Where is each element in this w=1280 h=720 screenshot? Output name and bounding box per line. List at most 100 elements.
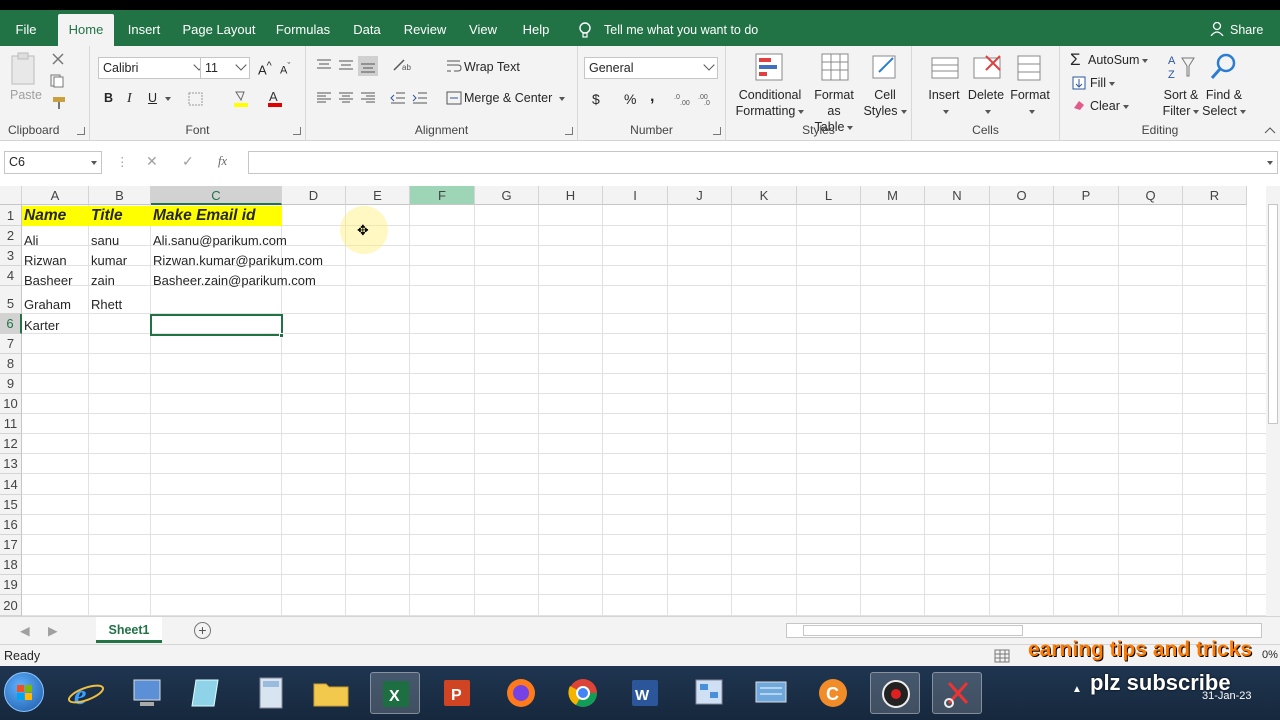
row-header-19[interactable]: 19 [0, 575, 22, 595]
tab-formulas[interactable]: Formulas [272, 10, 334, 46]
fill-color-icon[interactable] [232, 88, 250, 108]
cancel-icon[interactable]: ✕ [146, 153, 158, 170]
copy-icon[interactable] [50, 74, 72, 88]
active-cell-C6[interactable] [150, 314, 283, 336]
row-header-17[interactable]: 17 [0, 535, 22, 555]
conditional-formatting-button[interactable]: Conditional Formatting [734, 87, 806, 119]
h-scroll-thumb[interactable] [803, 625, 1023, 636]
tab-data[interactable]: Data [348, 10, 386, 46]
italic-button[interactable]: I [127, 91, 132, 107]
enter-icon[interactable]: ✓ [182, 153, 194, 170]
alignment-launcher-icon[interactable] [565, 127, 573, 135]
column-header-J[interactable]: J [668, 186, 732, 205]
fill-handle[interactable] [279, 333, 284, 338]
clear-button[interactable]: Clear [1090, 99, 1129, 113]
taskbar-word[interactable]: W [620, 672, 670, 714]
row-header-14[interactable]: 14 [0, 474, 22, 495]
decrease-indent-icon[interactable] [390, 91, 406, 105]
chevron-down-icon[interactable] [165, 97, 171, 101]
format-painter-icon[interactable] [50, 96, 68, 110]
row-header-18[interactable]: 18 [0, 555, 22, 575]
cell-A1[interactable]: Name [22, 206, 66, 226]
shrink-font-icon[interactable]: Aˇ [280, 61, 290, 77]
prev-sheet-icon[interactable]: ◀ [20, 623, 30, 638]
taskbar-camtasia[interactable]: C [808, 672, 858, 714]
row-header-11[interactable]: 11 [0, 414, 22, 434]
row-header-15[interactable]: 15 [0, 495, 22, 515]
column-header-F[interactable]: F [410, 186, 475, 205]
select-all-corner[interactable] [0, 186, 22, 205]
column-header-P[interactable]: P [1054, 186, 1119, 205]
tab-view[interactable]: View [464, 10, 502, 46]
taskbar-control-panel[interactable] [684, 672, 734, 714]
column-header-R[interactable]: R [1183, 186, 1247, 205]
cell-C1[interactable]: Make Email id [151, 206, 256, 226]
cell-A2[interactable]: Ali [22, 231, 38, 251]
cell-A4[interactable]: Basheer [22, 271, 72, 291]
taskbar-snipping[interactable] [932, 672, 982, 714]
row-header-6[interactable]: 6 [0, 314, 22, 334]
grow-font-icon[interactable]: A^ [258, 60, 272, 77]
worksheet-grid[interactable]: ABCDEFGHIJKLMNOPQR 1 2 3 4 5 6 7 8 9 10 11 12 13 14 15… [0, 186, 1266, 616]
column-header-G[interactable]: G [475, 186, 539, 205]
chevron-down-icon[interactable] [559, 97, 565, 101]
row-header-12[interactable]: 12 [0, 434, 22, 454]
row-header-4[interactable]: 4 [0, 266, 22, 286]
fill-down-icon[interactable] [1072, 76, 1086, 90]
cell-styles-icon[interactable] [871, 52, 901, 82]
row-header-13[interactable]: 13 [0, 454, 22, 474]
taskbar-recorder[interactable] [870, 672, 920, 714]
find-select-icon[interactable] [1208, 52, 1238, 82]
row-header-5[interactable]: 5 [0, 286, 22, 314]
column-header-I[interactable]: I [603, 186, 668, 205]
align-center-icon[interactable] [338, 92, 354, 104]
taskbar-explorer[interactable] [306, 672, 356, 714]
increase-decimal-icon[interactable]: .0.00 [674, 91, 694, 105]
taskbar-app[interactable] [182, 672, 232, 714]
normal-view-icon[interactable] [994, 649, 1010, 663]
row-header-10[interactable]: 10 [0, 394, 22, 414]
align-bottom-icon[interactable] [358, 56, 378, 76]
sort-filter-icon[interactable]: AZ [1166, 52, 1196, 82]
tray-arrow-icon[interactable]: ▲ [1072, 684, 1082, 695]
align-top-icon[interactable] [316, 58, 332, 72]
scroll-thumb[interactable] [1268, 204, 1278, 424]
tab-review[interactable]: Review [400, 10, 450, 46]
cell-C2[interactable]: Ali.sanu@parikum.com [151, 231, 287, 251]
column-header-M[interactable]: M [861, 186, 925, 205]
column-header-H[interactable]: H [539, 186, 603, 205]
column-header-Q[interactable]: Q [1119, 186, 1183, 205]
cell-B4[interactable]: zain [89, 271, 115, 291]
cell-A5[interactable]: Graham [22, 295, 71, 315]
format-cells-icon[interactable] [1014, 52, 1044, 82]
taskbar-computer[interactable] [122, 672, 172, 714]
row-header-16[interactable]: 16 [0, 515, 22, 535]
sort-filter-button[interactable]: Sort & Filter [1158, 87, 1204, 119]
autosum-button[interactable]: AutoSum [1088, 53, 1149, 67]
name-box[interactable]: C6 [4, 151, 102, 174]
eraser-icon[interactable] [1072, 99, 1086, 111]
format-cells-button[interactable]: Format [1006, 87, 1054, 119]
clipboard-launcher-icon[interactable] [77, 127, 85, 135]
scissors-icon[interactable] [50, 52, 66, 66]
zoom-level[interactable]: 0% [1262, 649, 1278, 661]
merge-center-button[interactable]: Merge & Center [464, 91, 552, 105]
tab-help[interactable]: Help [516, 10, 556, 46]
tab-file[interactable]: File [8, 10, 44, 46]
taskbar-powerpoint[interactable]: P [432, 672, 482, 714]
row-header-7[interactable]: 7 [0, 334, 22, 354]
underline-button[interactable]: U [148, 91, 157, 105]
font-color-icon[interactable]: A [266, 88, 284, 108]
currency-button[interactable]: $ [592, 91, 600, 107]
column-header-L[interactable]: L [797, 186, 861, 205]
number-format-select[interactable]: General [584, 57, 718, 79]
row-header-9[interactable]: 9 [0, 374, 22, 394]
start-button[interactable] [4, 672, 44, 712]
paste-icon[interactable] [10, 52, 38, 86]
column-header-O[interactable]: O [990, 186, 1054, 205]
borders-icon[interactable] [188, 92, 204, 106]
next-sheet-icon[interactable]: ▶ [48, 623, 58, 638]
column-header-K[interactable]: K [732, 186, 797, 205]
row-header-3[interactable]: 3 [0, 246, 22, 266]
cell-B1[interactable]: Title [89, 206, 123, 226]
